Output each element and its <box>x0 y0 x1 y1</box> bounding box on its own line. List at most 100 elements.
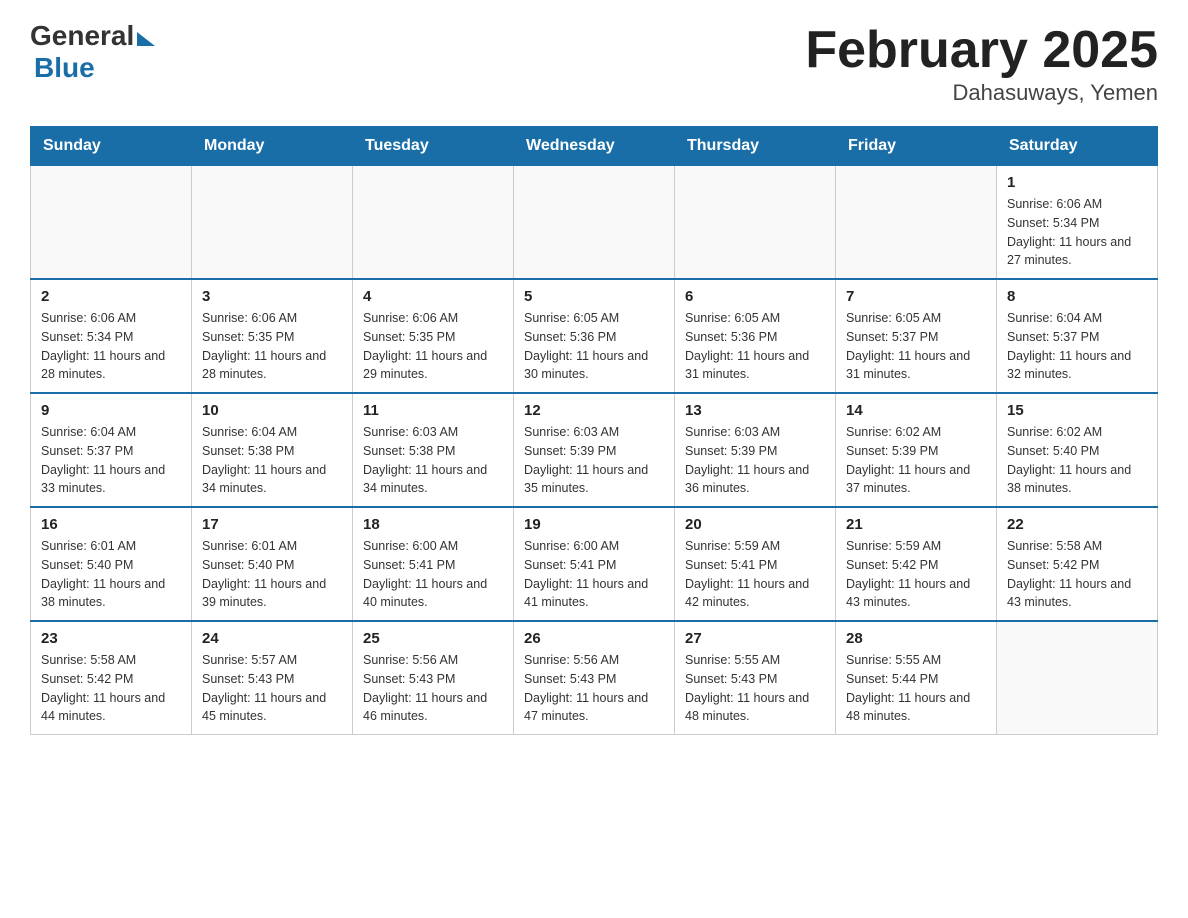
calendar-day-cell: 8Sunrise: 6:04 AM Sunset: 5:37 PM Daylig… <box>997 279 1158 393</box>
day-number: 27 <box>685 630 825 647</box>
day-info: Sunrise: 5:58 AM Sunset: 5:42 PM Dayligh… <box>41 651 181 726</box>
calendar-week-row: 23 Sunrise: 5:58 AM Sunset: 5:42 PM Dayli… <box>31 621 1158 735</box>
calendar-day-cell: 5 Sunrise: 6:05 AM Sunset: 5:36 PM Daylig… <box>514 279 675 393</box>
calendar-day-cell <box>836 166 997 280</box>
weekday-header-sunday: Sunday <box>31 127 192 166</box>
calendar-title: February 2025 <box>805 20 1158 80</box>
day-info: Sunrise: 5:55 AM Sunset: 5:43 PM Dayligh… <box>685 651 825 726</box>
day-number: 13 <box>685 402 825 419</box>
calendar-day-cell: 20 Sunrise: 5:59 AM Sunset: 5:41 PM Dayli… <box>675 507 836 621</box>
day-number: 17 <box>202 516 342 533</box>
calendar-day-cell: 4 Sunrise: 6:06 AM Sunset: 5:35 PM Daylig… <box>353 279 514 393</box>
calendar-day-cell: 22 Sunrise: 5:58 AM Sunset: 5:42 PM Dayli… <box>997 507 1158 621</box>
calendar-day-cell: 21Sunrise: 5:59 AM Sunset: 5:42 PM Dayli… <box>836 507 997 621</box>
calendar-day-cell <box>997 621 1158 735</box>
calendar-day-cell: 23 Sunrise: 5:58 AM Sunset: 5:42 PM Dayli… <box>31 621 192 735</box>
page-header: General Blue February 2025 Dahasuways, Y… <box>30 20 1158 106</box>
day-info: Sunrise: 6:05 AM Sunset: 5:37 PM Dayligh… <box>846 309 986 384</box>
calendar-table: SundayMondayTuesdayWednesdayThursdayFrid… <box>30 126 1158 735</box>
calendar-day-cell: 15Sunrise: 6:02 AM Sunset: 5:40 PM Dayli… <box>997 393 1158 507</box>
day-info: Sunrise: 5:56 AM Sunset: 5:43 PM Dayligh… <box>363 651 503 726</box>
day-number: 12 <box>524 402 664 419</box>
day-info: Sunrise: 6:01 AM Sunset: 5:40 PM Dayligh… <box>41 537 181 612</box>
calendar-day-cell: 17 Sunrise: 6:01 AM Sunset: 5:40 PM Dayli… <box>192 507 353 621</box>
weekday-header-friday: Friday <box>836 127 997 166</box>
calendar-day-cell <box>514 166 675 280</box>
day-number: 7 <box>846 288 986 305</box>
day-info: Sunrise: 6:00 AM Sunset: 5:41 PM Dayligh… <box>363 537 503 612</box>
day-number: 22 <box>1007 516 1147 533</box>
weekday-header-saturday: Saturday <box>997 127 1158 166</box>
day-number: 26 <box>524 630 664 647</box>
day-number: 28 <box>846 630 986 647</box>
calendar-day-cell: 10Sunrise: 6:04 AM Sunset: 5:38 PM Dayli… <box>192 393 353 507</box>
day-info: Sunrise: 6:01 AM Sunset: 5:40 PM Dayligh… <box>202 537 342 612</box>
day-info: Sunrise: 6:04 AM Sunset: 5:37 PM Dayligh… <box>41 423 181 498</box>
logo-general-text: General <box>30 20 134 52</box>
day-info: Sunrise: 6:05 AM Sunset: 5:36 PM Dayligh… <box>685 309 825 384</box>
calendar-day-cell: 3 Sunrise: 6:06 AM Sunset: 5:35 PM Daylig… <box>192 279 353 393</box>
calendar-week-row: 2Sunrise: 6:06 AM Sunset: 5:34 PM Daylig… <box>31 279 1158 393</box>
day-info: Sunrise: 5:59 AM Sunset: 5:41 PM Dayligh… <box>685 537 825 612</box>
day-number: 3 <box>202 288 342 305</box>
day-number: 11 <box>363 402 503 419</box>
calendar-day-cell <box>192 166 353 280</box>
day-info: Sunrise: 6:05 AM Sunset: 5:36 PM Dayligh… <box>524 309 664 384</box>
day-number: 20 <box>685 516 825 533</box>
calendar-day-cell: 24Sunrise: 5:57 AM Sunset: 5:43 PM Dayli… <box>192 621 353 735</box>
calendar-week-row: 9 Sunrise: 6:04 AM Sunset: 5:37 PM Daylig… <box>31 393 1158 507</box>
calendar-subtitle: Dahasuways, Yemen <box>805 80 1158 106</box>
calendar-day-cell: 11Sunrise: 6:03 AM Sunset: 5:38 PM Dayli… <box>353 393 514 507</box>
day-number: 1 <box>1007 174 1147 191</box>
day-info: Sunrise: 5:58 AM Sunset: 5:42 PM Dayligh… <box>1007 537 1147 612</box>
day-number: 6 <box>685 288 825 305</box>
day-number: 14 <box>846 402 986 419</box>
weekday-header-tuesday: Tuesday <box>353 127 514 166</box>
day-number: 19 <box>524 516 664 533</box>
calendar-day-cell <box>31 166 192 280</box>
weekday-header-monday: Monday <box>192 127 353 166</box>
day-number: 4 <box>363 288 503 305</box>
day-number: 9 <box>41 402 181 419</box>
calendar-day-cell: 28 Sunrise: 5:55 AM Sunset: 5:44 PM Dayli… <box>836 621 997 735</box>
day-number: 18 <box>363 516 503 533</box>
logo-chevron-icon <box>137 32 155 46</box>
calendar-day-cell: 9 Sunrise: 6:04 AM Sunset: 5:37 PM Daylig… <box>31 393 192 507</box>
calendar-day-cell <box>353 166 514 280</box>
day-number: 5 <box>524 288 664 305</box>
day-info: Sunrise: 6:04 AM Sunset: 5:37 PM Dayligh… <box>1007 309 1147 384</box>
day-number: 25 <box>363 630 503 647</box>
calendar-day-cell: 1 Sunrise: 6:06 AM Sunset: 5:34 PM Daylig… <box>997 166 1158 280</box>
logo-blue-text: Blue <box>34 52 95 84</box>
day-info: Sunrise: 5:56 AM Sunset: 5:43 PM Dayligh… <box>524 651 664 726</box>
calendar-day-cell: 2Sunrise: 6:06 AM Sunset: 5:34 PM Daylig… <box>31 279 192 393</box>
calendar-day-cell: 19 Sunrise: 6:00 AM Sunset: 5:41 PM Dayli… <box>514 507 675 621</box>
day-info: Sunrise: 6:00 AM Sunset: 5:41 PM Dayligh… <box>524 537 664 612</box>
calendar-day-cell: 14 Sunrise: 6:02 AM Sunset: 5:39 PM Dayli… <box>836 393 997 507</box>
day-number: 2 <box>41 288 181 305</box>
logo: General Blue <box>30 20 155 84</box>
day-info: Sunrise: 6:03 AM Sunset: 5:39 PM Dayligh… <box>685 423 825 498</box>
day-number: 15 <box>1007 402 1147 419</box>
weekday-header-row: SundayMondayTuesdayWednesdayThursdayFrid… <box>31 127 1158 166</box>
calendar-week-row: 16Sunrise: 6:01 AM Sunset: 5:40 PM Dayli… <box>31 507 1158 621</box>
day-number: 23 <box>41 630 181 647</box>
day-info: Sunrise: 6:06 AM Sunset: 5:35 PM Dayligh… <box>363 309 503 384</box>
title-section: February 2025 Dahasuways, Yemen <box>805 20 1158 106</box>
day-info: Sunrise: 6:06 AM Sunset: 5:34 PM Dayligh… <box>1007 195 1147 270</box>
calendar-day-cell: 16Sunrise: 6:01 AM Sunset: 5:40 PM Dayli… <box>31 507 192 621</box>
day-number: 10 <box>202 402 342 419</box>
calendar-day-cell: 13 Sunrise: 6:03 AM Sunset: 5:39 PM Dayli… <box>675 393 836 507</box>
calendar-day-cell: 12Sunrise: 6:03 AM Sunset: 5:39 PM Dayli… <box>514 393 675 507</box>
calendar-day-cell: 7 Sunrise: 6:05 AM Sunset: 5:37 PM Daylig… <box>836 279 997 393</box>
weekday-header-thursday: Thursday <box>675 127 836 166</box>
calendar-day-cell: 18 Sunrise: 6:00 AM Sunset: 5:41 PM Dayli… <box>353 507 514 621</box>
calendar-day-cell <box>675 166 836 280</box>
calendar-week-row: 1 Sunrise: 6:06 AM Sunset: 5:34 PM Daylig… <box>31 166 1158 280</box>
day-number: 21 <box>846 516 986 533</box>
day-info: Sunrise: 6:06 AM Sunset: 5:35 PM Dayligh… <box>202 309 342 384</box>
calendar-day-cell: 6 Sunrise: 6:05 AM Sunset: 5:36 PM Daylig… <box>675 279 836 393</box>
calendar-day-cell: 26 Sunrise: 5:56 AM Sunset: 5:43 PM Dayli… <box>514 621 675 735</box>
day-info: Sunrise: 5:55 AM Sunset: 5:44 PM Dayligh… <box>846 651 986 726</box>
day-info: Sunrise: 6:02 AM Sunset: 5:39 PM Dayligh… <box>846 423 986 498</box>
